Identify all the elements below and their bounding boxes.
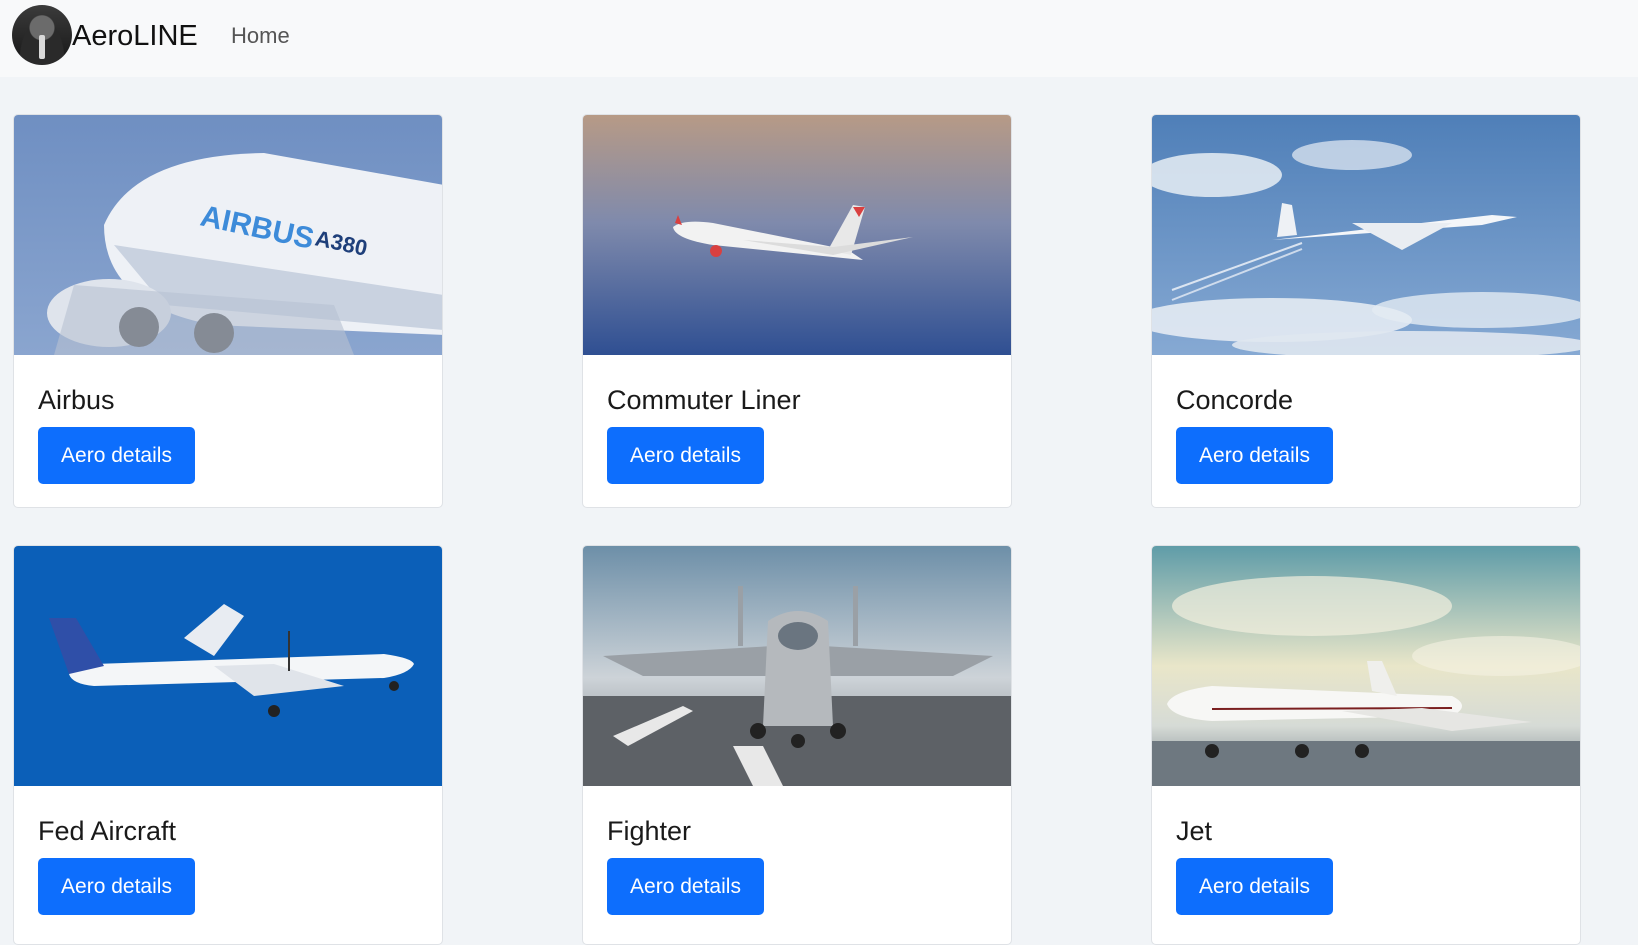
- card-title: Fighter: [607, 816, 692, 846]
- aero-details-button[interactable]: Aero details: [1176, 427, 1333, 484]
- card-title: Concorde: [1176, 385, 1294, 415]
- card-airbus: AIRBUS A380 Airbus Aero details: [13, 114, 443, 508]
- avatar[interactable]: [12, 5, 72, 65]
- card-fed-aircraft: Fed Aircraft Aero details: [13, 545, 443, 945]
- card-concorde: Concorde Aero details: [1151, 114, 1581, 508]
- card-jet: Jet Aero details: [1151, 545, 1581, 945]
- aero-details-button[interactable]: Aero details: [607, 858, 764, 915]
- card-title: Fed Aircraft: [38, 816, 177, 846]
- aero-details-button[interactable]: Aero details: [38, 858, 195, 915]
- turboprop-image: [14, 546, 442, 786]
- nav-home-link[interactable]: Home: [231, 19, 290, 53]
- aero-details-button[interactable]: Aero details: [607, 427, 764, 484]
- card-commuter-liner: Commuter Liner Aero details: [582, 114, 1012, 508]
- navbar: AeroLINE Home: [0, 0, 1638, 77]
- card-title: Airbus: [38, 385, 115, 415]
- concorde-image: [1152, 115, 1580, 355]
- fighter-jet-image: [583, 546, 1011, 786]
- commuter-jet-image: [583, 115, 1011, 355]
- business-jet-image: [1152, 546, 1580, 786]
- aero-details-button[interactable]: Aero details: [1176, 858, 1333, 915]
- card-title: Commuter Liner: [607, 385, 801, 415]
- aero-details-button[interactable]: Aero details: [38, 427, 195, 484]
- airbus-a380-image: AIRBUS A380: [14, 115, 442, 355]
- card-fighter: Fighter Aero details: [582, 545, 1012, 945]
- card-title: Jet: [1176, 816, 1213, 846]
- brand-name[interactable]: AeroLINE: [72, 16, 198, 56]
